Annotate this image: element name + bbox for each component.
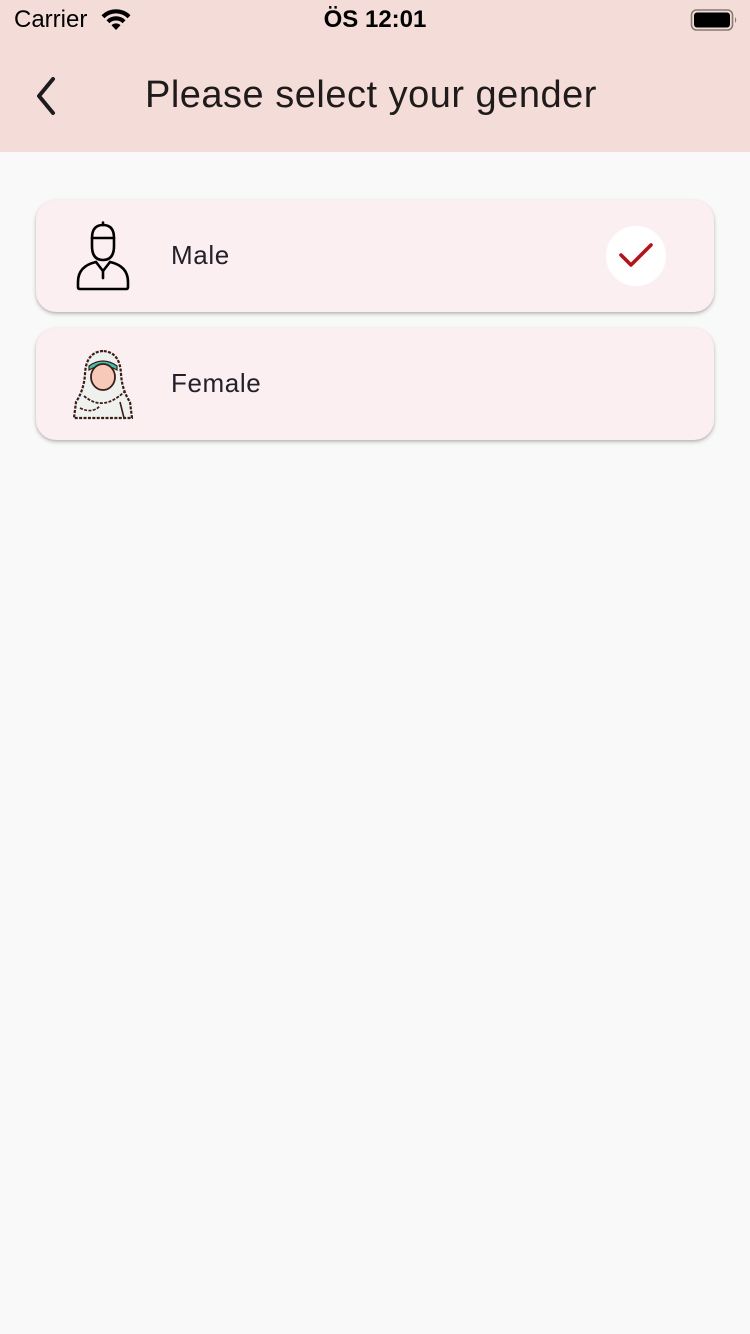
page-title: Please select your gender bbox=[145, 74, 597, 116]
male-person-icon bbox=[76, 221, 130, 291]
female-hijab-icon bbox=[72, 349, 134, 420]
gender-option-female[interactable]: Female bbox=[36, 328, 714, 440]
status-time: ÖS 12:01 bbox=[323, 6, 427, 33]
back-button[interactable] bbox=[22, 70, 70, 122]
selected-indicator bbox=[606, 226, 666, 286]
status-bar: Carrier ÖS 12:01 bbox=[0, 0, 750, 40]
battery-full-icon bbox=[690, 9, 737, 31]
chevron-left-icon bbox=[37, 77, 55, 115]
gender-option-label: Male bbox=[171, 240, 230, 270]
gender-option-male[interactable]: Male bbox=[36, 200, 714, 312]
app-header: Carrier ÖS 12:01 Please select your gend… bbox=[0, 0, 750, 152]
gender-options-list: Male Female bbox=[36, 200, 714, 456]
checkmark-icon bbox=[619, 243, 653, 267]
gender-option-label: Female bbox=[171, 368, 262, 398]
